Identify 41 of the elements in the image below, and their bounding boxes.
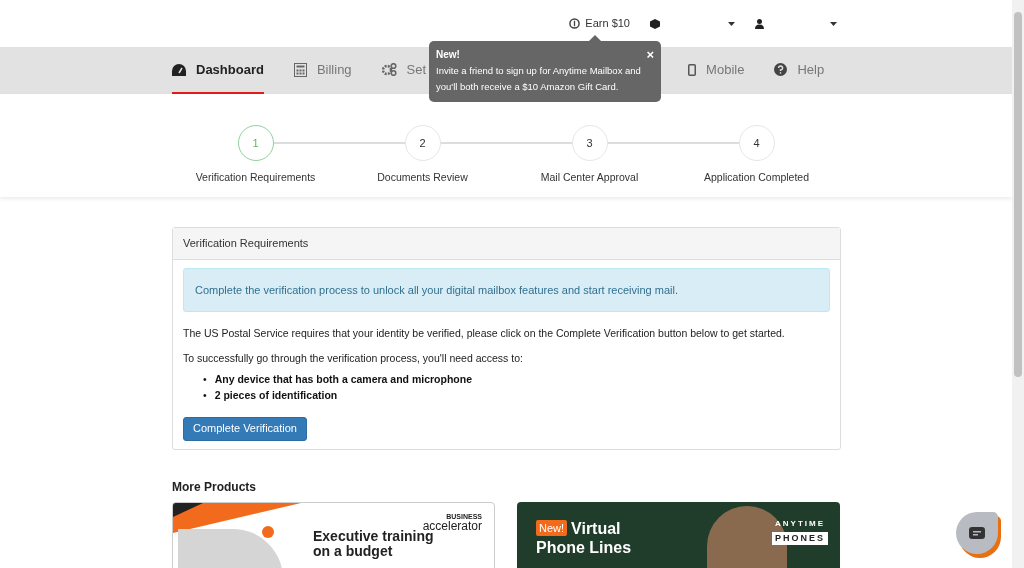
step-label: Application Completed: [703, 170, 810, 185]
tooltip-text: Invite a friend to sign up for Anytime Mailbox and you'll both receive a $10 Amazon Gift Card.: [436, 64, 642, 94]
caret-icon: [830, 21, 837, 26]
nav-tab[interactable]: Mobile: [688, 47, 745, 94]
card-title: Verification Requirements: [183, 236, 309, 252]
banner-headline: Virtual: [571, 518, 621, 538]
nav-tab[interactable]: Help: [774, 47, 825, 94]
chat-icon: [969, 527, 985, 539]
gears-icon: [381, 63, 397, 76]
bullet: •: [203, 387, 207, 403]
banner-headline: Phone Lines: [536, 537, 632, 557]
close-button[interactable]: ×: [646, 48, 654, 61]
requirement-item: Any device that has both a camera and microphone: [214, 371, 472, 387]
mailbox-dropdown[interactable]: [650, 18, 735, 29]
paragraph: To successfully go through the verification process, you'll need access to:: [183, 350, 524, 366]
nav-tab[interactable]: Set: [381, 47, 427, 94]
account-dropdown[interactable]: [755, 18, 837, 29]
help-icon: [774, 63, 788, 76]
gauge-icon: [172, 63, 186, 76]
paragraph: The US Postal Service requires that your identity be verified, please click on the Complete Verification button below to get started.: [183, 326, 786, 341]
step-label: Documents Review: [377, 170, 468, 185]
bullet: •: [203, 371, 207, 387]
step-label: Mail Center Approval: [540, 170, 639, 185]
brand-name: PHONES: [772, 531, 828, 545]
caret-icon: [728, 21, 735, 26]
brand-label: ANYTIME: [775, 517, 825, 530]
step-label: Verification Requirements: [195, 170, 316, 185]
section-title: More Products: [172, 478, 257, 496]
tooltip-title: New!: [436, 48, 460, 62]
box-icon: [650, 18, 660, 29]
scrollbar[interactable]: [1012, 0, 1024, 568]
phone-icon: [688, 63, 697, 76]
alert-text: Complete the verification process to unlock all your digital mailbox features and start receiving mail.: [195, 282, 678, 298]
earn-link[interactable]: Earn $10: [569, 15, 630, 32]
new-badge: New!: [536, 519, 568, 537]
coin-icon: [569, 18, 581, 29]
calculator-icon: [293, 62, 307, 77]
complete-verification-button[interactable]: Complete Verification: [183, 416, 307, 441]
requirement-item: 2 pieces of identification: [214, 387, 338, 403]
user-icon: [755, 18, 764, 29]
nav-tab[interactable]: Billing: [293, 47, 352, 94]
